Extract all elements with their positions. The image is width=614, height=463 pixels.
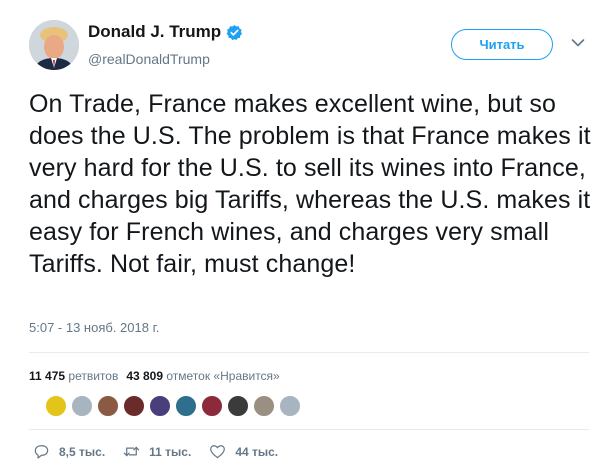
chevron-down-icon[interactable] xyxy=(571,38,585,48)
liker-avatar[interactable] xyxy=(201,395,223,417)
likes-label: отметок «Нравится» xyxy=(166,369,280,383)
engagement-stats: 11 475 ретвитов 43 809 отметок «Нравится» xyxy=(29,369,280,383)
like-count: 44 тыс. xyxy=(235,444,279,459)
liker-avatars xyxy=(45,395,305,417)
retweets-label: ретвитов xyxy=(68,369,119,383)
likes-count: 43 809 xyxy=(126,369,164,383)
tweet-timestamp[interactable]: 5:07 - 13 нояб. 2018 г. xyxy=(29,320,159,335)
liker-avatar[interactable] xyxy=(253,395,275,417)
author-display-name[interactable]: Donald J. Trump xyxy=(88,22,221,42)
author-handle[interactable]: @realDonaldTrump xyxy=(88,51,210,67)
retweets-count: 11 475 xyxy=(29,369,66,383)
liker-avatar[interactable] xyxy=(123,395,145,417)
tweet-actions: 8,5 тыс. 11 тыс. 44 тыс. xyxy=(33,444,296,459)
reply-count: 8,5 тыс. xyxy=(59,444,106,459)
heart-icon xyxy=(210,445,226,459)
retweet-icon xyxy=(123,446,140,457)
tweet-text: On Trade, France makes excellent wine, b… xyxy=(29,90,591,278)
liker-avatar[interactable] xyxy=(97,395,119,417)
divider xyxy=(29,429,589,430)
liker-avatar[interactable] xyxy=(71,395,93,417)
liker-avatar[interactable] xyxy=(149,395,171,417)
liker-avatar[interactable] xyxy=(175,395,197,417)
author-name-row: Donald J. Trump xyxy=(88,22,243,42)
likes-stat[interactable]: 43 809 отметок «Нравится» xyxy=(126,369,279,383)
liker-avatar[interactable] xyxy=(227,395,249,417)
liker-avatar[interactable] xyxy=(45,395,67,417)
like-button[interactable]: 44 тыс. xyxy=(209,444,278,459)
liker-avatar[interactable] xyxy=(279,395,301,417)
verified-badge-icon xyxy=(226,24,243,41)
profile-photo-icon xyxy=(29,20,79,70)
retweet-count: 11 тыс. xyxy=(149,444,192,459)
divider xyxy=(29,352,589,353)
tweet-card: Donald J. Trump @realDonaldTrump Читать … xyxy=(0,0,614,463)
retweets-stat[interactable]: 11 475 ретвитов xyxy=(29,369,118,383)
follow-button[interactable]: Читать xyxy=(451,29,553,60)
reply-button[interactable]: 8,5 тыс. xyxy=(33,444,105,459)
avatar[interactable] xyxy=(29,20,79,70)
reply-icon xyxy=(34,445,49,459)
retweet-button[interactable]: 11 тыс. xyxy=(123,444,191,459)
